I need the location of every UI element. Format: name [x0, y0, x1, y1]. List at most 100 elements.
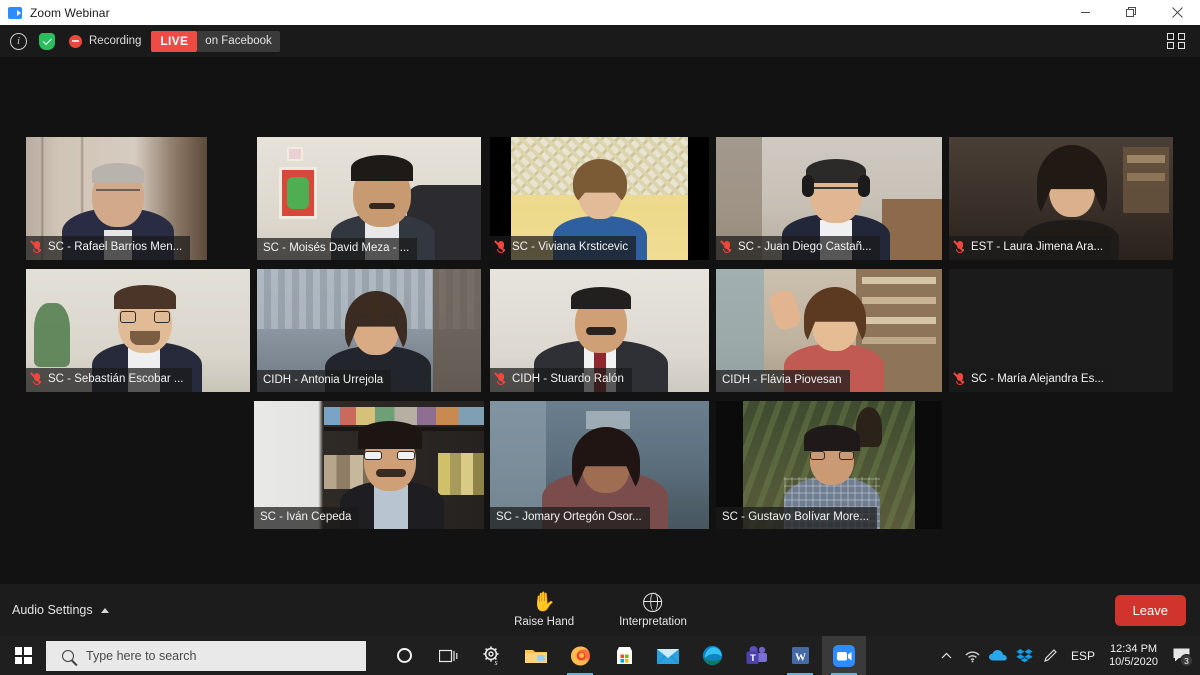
participant-name-badge: CIDH - Antonia Urrejola: [257, 369, 392, 392]
onedrive-glyph: [989, 650, 1007, 661]
toolbar-center-group: ✋ Raise Hand Interpretation: [513, 592, 687, 628]
edge-glyph: [702, 645, 722, 666]
participant-name-badge: SC - Iván Cepeda: [254, 506, 360, 529]
interpretation-label: Interpretation: [619, 615, 687, 628]
system-tray: ESP 12:34 PM 10/5/2020 3: [933, 636, 1200, 675]
participant-name: CIDH - Stuardo Ralón: [512, 372, 624, 385]
notification-count-badge: 3: [1180, 654, 1193, 667]
participant-name-badge: EST - Laura Jimena Ara...: [949, 236, 1112, 260]
folder-glyph: [525, 649, 547, 663]
mail-glyph: [656, 648, 680, 664]
participant-tile[interactable]: CIDH - Antonia Urrejola: [257, 269, 481, 392]
language-indicator[interactable]: ESP: [1063, 649, 1103, 663]
minimize-icon: [1080, 12, 1090, 13]
task-view-icon[interactable]: [426, 636, 470, 675]
store-glyph: [616, 647, 632, 664]
dropbox-icon[interactable]: [1011, 636, 1037, 675]
participant-tile[interactable]: CIDH - Flávia Piovesan: [716, 269, 942, 392]
search-placeholder: Type here to search: [86, 648, 197, 663]
participant-tile[interactable]: CIDH - Stuardo Ralón: [490, 269, 709, 392]
action-center-icon[interactable]: 3: [1166, 636, 1196, 675]
mic-muted-icon: [32, 373, 43, 386]
teams-glyph: T: [746, 646, 767, 664]
participant-name-badge: SC - Gustavo Bolívar More...: [716, 506, 877, 529]
globe-icon: [642, 592, 663, 612]
participant-name: SC - María Alejandra Es...: [971, 372, 1104, 385]
audio-settings-label: Audio Settings: [12, 603, 93, 617]
microsoft-edge-icon[interactable]: [690, 636, 734, 675]
clock-time: 12:34 PM: [1109, 642, 1158, 655]
zoom-icon[interactable]: [822, 636, 866, 675]
cortana-icon[interactable]: [382, 636, 426, 675]
svg-text:W: W: [795, 652, 806, 664]
show-hidden-icons-icon[interactable]: [933, 636, 959, 675]
participant-name: SC - Rafael Barrios Men...: [48, 240, 183, 253]
mic-muted-icon: [955, 373, 966, 386]
mic-muted-icon: [496, 241, 507, 254]
participant-tile[interactable]: SC - Sebastián Escobar ...: [26, 269, 250, 392]
firefox-icon[interactable]: [558, 636, 602, 675]
participant-tile[interactable]: SC - Gustavo Bolívar More...: [716, 401, 942, 529]
participant-tile[interactable]: SC - Jomary Ortegón Osor...: [490, 401, 709, 529]
participant-tile[interactable]: SC - Viviana Krsticevic: [490, 137, 709, 260]
svg-text:T: T: [750, 653, 756, 664]
zoom-glyph: [833, 644, 855, 667]
raise-hand-label: Raise Hand: [514, 615, 575, 628]
mail-icon[interactable]: [646, 636, 690, 675]
participant-tile[interactable]: SC - Juan Diego Castañ...: [716, 137, 942, 260]
windows-start-icon[interactable]: [0, 636, 46, 675]
settings-gear-icon[interactable]: s: [470, 636, 514, 675]
participant-name: SC - Iván Cepeda: [260, 510, 352, 523]
microsoft-word-icon[interactable]: W: [778, 636, 822, 675]
wifi-icon[interactable]: [959, 636, 985, 675]
enter-fullscreen-icon[interactable]: [1164, 29, 1188, 53]
microsoft-store-icon[interactable]: [602, 636, 646, 675]
restore-button[interactable]: [1108, 0, 1154, 25]
firefox-glyph: [570, 646, 590, 666]
close-icon: [1171, 7, 1183, 18]
shield-check-icon[interactable]: [39, 32, 55, 50]
word-glyph: W: [791, 647, 809, 664]
mic-muted-icon: [955, 241, 966, 254]
participant-tile[interactable]: SC - Rafael Barrios Men...: [26, 137, 207, 260]
video-gallery: SC - Rafael Barrios Men... SC - Moisés D…: [0, 57, 1200, 584]
clock[interactable]: 12:34 PM 10/5/2020: [1109, 643, 1158, 669]
onedrive-icon[interactable]: [985, 636, 1011, 675]
audio-settings-button[interactable]: Audio Settings: [12, 603, 109, 617]
participant-name: SC - Jomary Ortegón Osor...: [496, 510, 642, 523]
pen-glyph: [1043, 649, 1057, 662]
info-icon[interactable]: i: [10, 32, 27, 50]
close-button[interactable]: [1154, 0, 1200, 25]
participant-name: EST - Laura Jimena Ara...: [971, 240, 1104, 253]
participant-name-badge: CIDH - Flávia Piovesan: [716, 369, 850, 392]
search-input[interactable]: Type here to search: [46, 640, 366, 671]
participant-tile[interactable]: SC - María Alejandra Es...: [949, 269, 1173, 392]
participant-name-badge: SC - Juan Diego Castañ...: [716, 236, 880, 260]
minimize-button[interactable]: [1062, 0, 1108, 25]
streaming-target-label: on Facebook: [197, 30, 280, 52]
participant-name: CIDH - Flávia Piovesan: [722, 373, 842, 386]
participant-tile[interactable]: EST - Laura Jimena Ara...: [949, 137, 1173, 260]
windows-taskbar: Type here to search s T W ESP 12:34 PM 1…: [0, 636, 1200, 675]
participant-name: SC - Gustavo Bolívar More...: [722, 510, 869, 523]
search-icon: [62, 649, 74, 662]
leave-button[interactable]: Leave: [1114, 594, 1186, 626]
raise-hand-button[interactable]: ✋ Raise Hand: [513, 593, 575, 628]
microsoft-teams-icon[interactable]: T: [734, 636, 778, 675]
file-explorer-icon[interactable]: [514, 636, 558, 675]
pen-icon[interactable]: [1037, 636, 1063, 675]
participant-tile-active-speaker[interactable]: SC - Iván Cepeda: [254, 401, 484, 529]
recording-icon: [69, 34, 82, 48]
chevron-up-glyph: [941, 652, 951, 658]
live-badge: LIVE: [151, 30, 198, 52]
participant-name-badge: SC - Moisés David Meza - ...: [257, 237, 418, 260]
mic-muted-icon: [722, 241, 733, 254]
meeting-controls-toolbar: Audio Settings ✋ Raise Hand Interpretati…: [0, 584, 1200, 636]
caret-up-icon[interactable]: [100, 607, 109, 613]
participant-name: SC - Viviana Krsticevic: [512, 240, 629, 253]
participant-name-badge: SC - Sebastián Escobar ...: [26, 368, 192, 392]
participant-tile[interactable]: SC - Moisés David Meza - ...: [257, 137, 481, 260]
interpretation-button[interactable]: Interpretation: [619, 592, 687, 628]
participant-name-badge: SC - Rafael Barrios Men...: [26, 236, 191, 260]
window-title: Zoom Webinar: [30, 5, 110, 20]
